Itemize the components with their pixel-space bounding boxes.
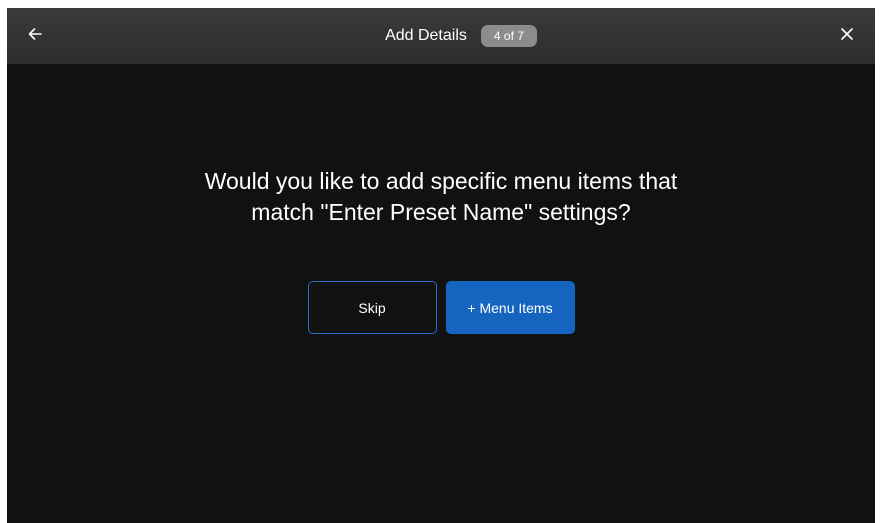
question-text: Would you like to add specific menu item…: [7, 166, 875, 228]
app-window: Add Details 4 of 7 Would you like to add…: [7, 8, 875, 523]
step-badge: 4 of 7: [480, 25, 537, 47]
close-icon: [840, 27, 854, 46]
close-button[interactable]: [819, 8, 875, 64]
skip-button[interactable]: Skip: [307, 281, 437, 334]
action-buttons: Skip + Menu Items: [7, 281, 875, 334]
question-line-1: Would you like to add specific menu item…: [204, 168, 678, 194]
top-bar: Add Details 4 of 7: [7, 8, 875, 64]
add-menu-items-button[interactable]: + Menu Items: [445, 281, 575, 334]
page-title: Add Details: [385, 27, 467, 44]
title-group: Add Details 4 of 7: [7, 8, 875, 64]
question-line-2: match "Enter Preset Name" settings?: [251, 199, 631, 225]
